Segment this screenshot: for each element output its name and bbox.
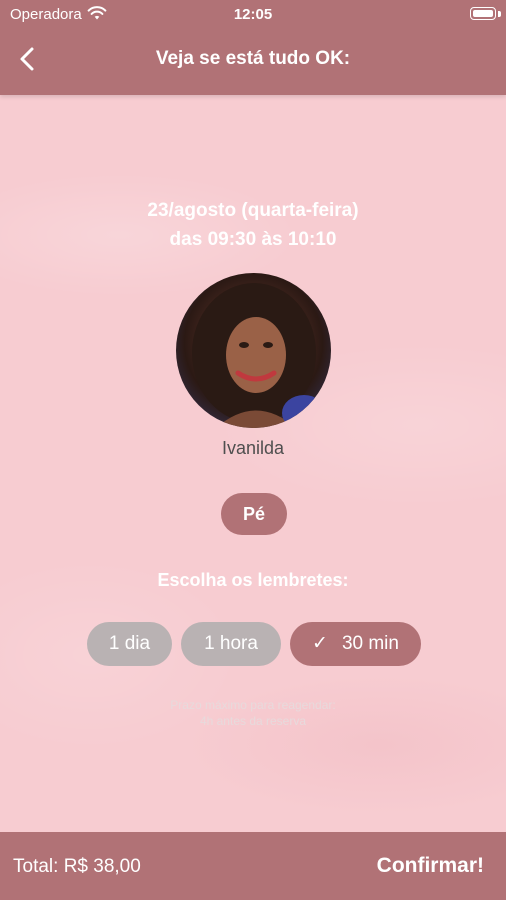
battery-tip — [498, 11, 501, 17]
booking-time: das 09:30 às 10:10 — [169, 229, 337, 250]
battery-icon — [470, 7, 496, 20]
reminder-30-min-button[interactable]: ✓ 30 min — [290, 622, 421, 666]
clock: 12:05 — [233, 6, 273, 23]
reminder-label: 1 hora — [204, 633, 258, 654]
booking-date: 23/agosto (quarta-feira) — [147, 200, 359, 221]
reminder-1-dia-button[interactable]: 1 dia — [87, 622, 172, 666]
reschedule-note-line1: Prazo máximo para reagendar: — [170, 698, 336, 712]
professional-avatar — [176, 273, 331, 428]
bottom-bar: Total: R$ 38,00 Confirmar! — [0, 832, 506, 900]
total-price: Total: R$ 38,00 — [13, 856, 141, 877]
professional-name: Ivanilda — [221, 438, 285, 458]
reschedule-note: Prazo máximo para reagendar: 4h antes da… — [0, 697, 506, 729]
check-icon: ✓ — [312, 633, 328, 654]
status-bar: Operadora 12:05 — [0, 0, 506, 28]
confirm-button[interactable]: Confirmar! — [377, 854, 484, 878]
reschedule-note-line2: 4h antes da reserva — [199, 714, 307, 728]
reminder-label: 30 min — [341, 633, 399, 654]
booking-datetime: 23/agosto (quarta-feira) das 09:30 às 10… — [0, 196, 506, 254]
top-bar: Operadora 12:05 Veja se está tudo OK: — [0, 0, 506, 95]
page-title: Veja se está tudo OK: — [155, 48, 351, 69]
reminder-1-hora-button[interactable]: 1 hora — [181, 622, 281, 666]
service-badge: Pé — [221, 493, 287, 535]
reminders-title: Escolha os lembretes: — [157, 570, 349, 590]
reminder-label: 1 dia — [108, 633, 151, 654]
